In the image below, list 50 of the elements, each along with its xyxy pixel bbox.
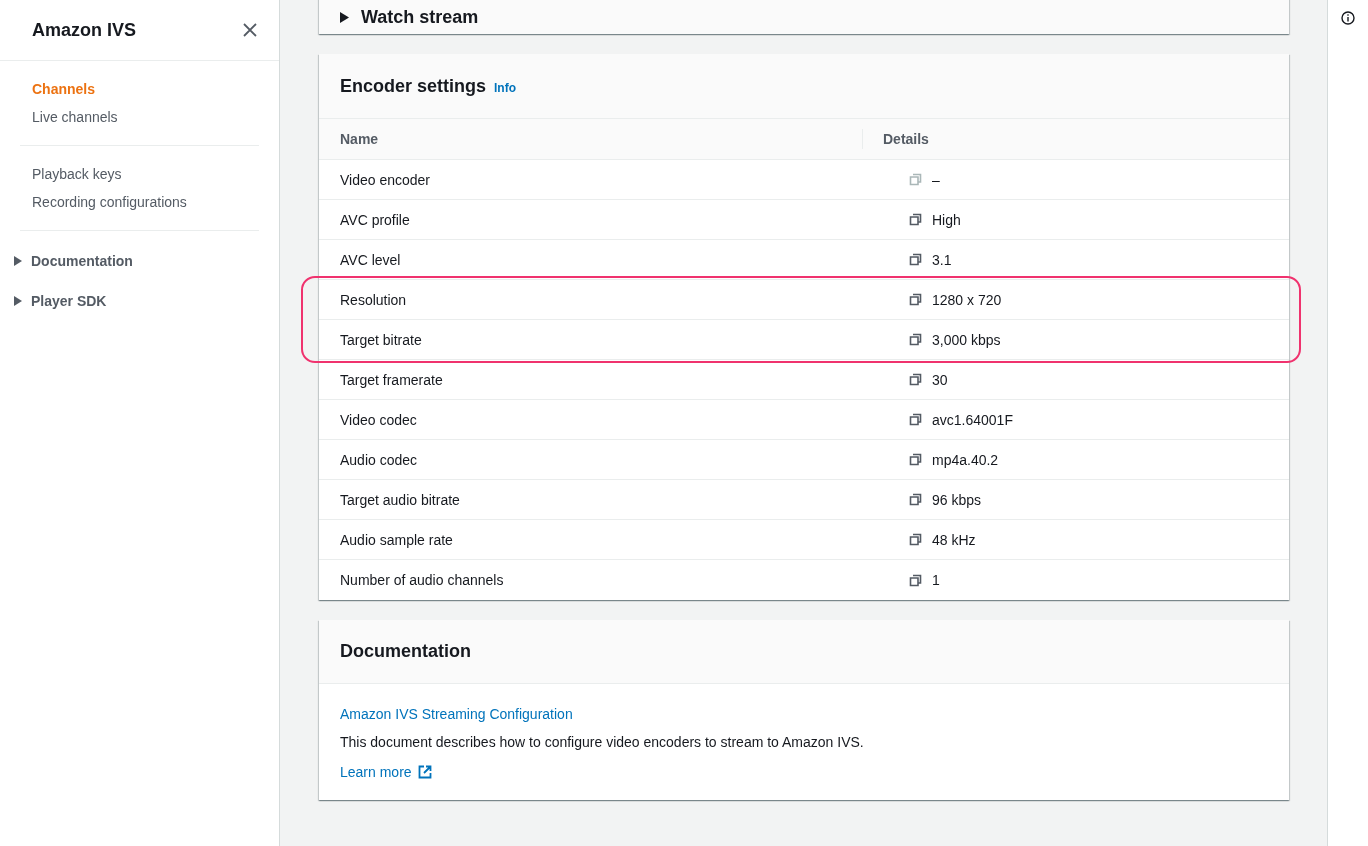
description-text: This document describes how to configure video encoders to stream to Amazon IVS. (340, 734, 864, 750)
table-cell: High (932, 211, 961, 228)
card-title: Encoder settings (340, 75, 487, 97)
table-cell: 3.1 (932, 251, 952, 268)
table-cell: 1280 x 720 (932, 291, 1002, 308)
table-cell-text: Video codec (339, 411, 418, 428)
nav-section[interactable]: Documentation (0, 253, 279, 269)
copy-icon[interactable] (909, 413, 922, 426)
table-cell: 96 kbps (932, 491, 982, 508)
table-cell: 1 (932, 572, 940, 588)
table-cell-text: Target bitrate (339, 331, 423, 348)
sidebar-title: Amazon IVS (32, 19, 137, 41)
table-cell: 3,000 kbps (932, 331, 1001, 348)
info-icon[interactable] (1341, 11, 1355, 25)
doc-link[interactable]: Amazon IVS Streaming Configuration (340, 706, 573, 722)
table-cell: 48 kHz (932, 531, 976, 548)
learn-more-link[interactable]: Learn more (340, 764, 432, 780)
card-title: Documentation (340, 641, 471, 662)
copy-icon[interactable] (909, 373, 922, 386)
copy-icon[interactable] (909, 573, 922, 587)
copy-icon[interactable] (909, 253, 922, 266)
table-cell-text: Number of audio channels (339, 572, 505, 588)
copy-icon[interactable] (909, 453, 922, 466)
table-cell-text: Audio codec (339, 451, 419, 468)
table-cell-text: Target audio bitrate (339, 491, 461, 508)
copy-icon[interactable] (909, 533, 922, 546)
table-cell-text: Audio sample rate (339, 531, 454, 548)
expandable-header[interactable]: Watch stream (319, 0, 1289, 34)
table-cell: – (932, 171, 940, 188)
table-cell-text: AVC profile (339, 211, 411, 228)
table-cell-text: Resolution (339, 291, 408, 308)
external-link-icon (417, 765, 432, 779)
copy-icon[interactable] (909, 333, 922, 346)
table-cell: mp4a.40.2 (932, 451, 999, 468)
nav-link[interactable]: Playback keys (32, 166, 247, 182)
copy-icon[interactable] (909, 293, 922, 306)
nav-link[interactable]: Recording configurations (32, 194, 247, 210)
table-cell-text: Video encoder (339, 171, 432, 188)
table-cell: avc1.64001F (932, 411, 1013, 428)
table-cell: 30 (932, 371, 948, 388)
copy-icon[interactable] (909, 493, 922, 506)
table-cell-text: AVC level (339, 251, 402, 268)
column-header: Details (882, 131, 929, 147)
info-link[interactable]: Info (494, 80, 517, 95)
column-header: Name (339, 131, 380, 147)
copy-icon[interactable] (909, 213, 922, 226)
table-cell-text: Target framerate (339, 371, 444, 388)
nav-section[interactable]: Player SDK (0, 293, 279, 309)
close-icon[interactable] (243, 23, 257, 37)
nav-link[interactable]: Live channels (32, 109, 247, 125)
